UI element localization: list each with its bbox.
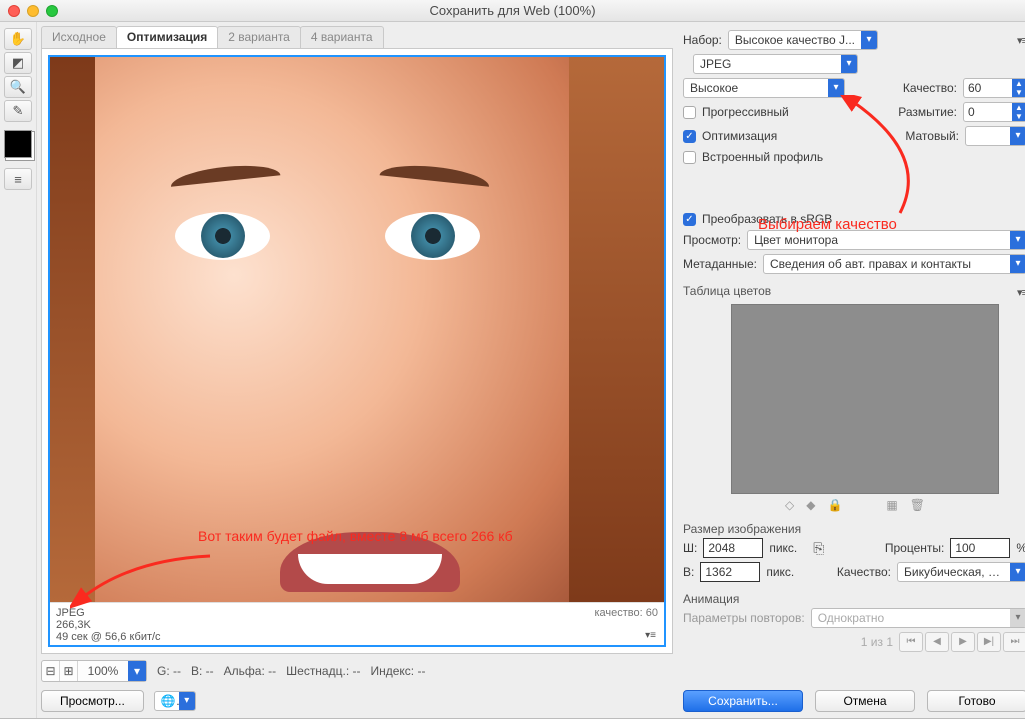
width-label: Ш: <box>683 541 697 555</box>
prev-frame-icon: ◀ <box>925 632 949 652</box>
ct-icon[interactable]: 🗑 <box>910 498 925 512</box>
slice-tool-icon[interactable]: ◩ <box>4 52 32 74</box>
tab-optimize[interactable]: Оптимизация <box>116 26 218 48</box>
ct-icon[interactable]: ◇ <box>785 498 794 512</box>
color-table <box>731 304 999 494</box>
info-time: 49 сек @ 56,6 кбит/с <box>56 631 161 643</box>
status-alpha: Альфа: -- <box>224 664 276 678</box>
hand-tool-icon[interactable]: ✋ <box>4 28 32 50</box>
meta-dropdown[interactable]: Сведения об авт. правах и контакты▾ <box>763 254 1025 274</box>
ct-icon[interactable]: ◆ <box>806 498 815 512</box>
zoom-control[interactable]: ⊟⊞ 100% ▾ <box>41 660 147 682</box>
ct-icon[interactable]: 🔒 <box>827 498 842 512</box>
percent-label: Проценты: <box>885 541 944 555</box>
viewer-dropdown[interactable]: Цвет монитора▾ <box>747 230 1025 250</box>
arrow-icon <box>70 548 220 618</box>
percent-sign: % <box>1016 541 1025 555</box>
zoom-tool-icon[interactable]: 🔍 <box>4 76 32 98</box>
ct-icon[interactable]: ▦ <box>886 498 897 512</box>
play-icon: ▶ <box>951 632 975 652</box>
first-frame-icon: ⏮ <box>899 632 923 652</box>
color-swatch[interactable] <box>4 130 32 158</box>
info-quality: качество: 60 <box>594 607 658 619</box>
px-label2: пикс. <box>766 565 794 579</box>
tab-source[interactable]: Исходное <box>41 26 117 48</box>
height-input[interactable]: 1362 <box>700 562 760 582</box>
loop-label: Параметры повторов: <box>683 611 805 625</box>
status-b: B: -- <box>191 664 214 678</box>
anim-title: Анимация <box>683 592 1025 606</box>
status-index: Индекс: -- <box>370 664 425 678</box>
preset-dropdown[interactable]: Высокое качество J...▾ <box>728 30 878 50</box>
save-button[interactable]: Сохранить... <box>683 690 803 712</box>
cancel-button[interactable]: Отмена <box>815 690 915 712</box>
quality-label: Качество: <box>903 81 957 95</box>
panel-menu-icon[interactable]: ≡ <box>4 168 32 190</box>
status-hex: Шестнадц.: -- <box>286 664 360 678</box>
colortable-title: Таблица цветов <box>683 284 771 298</box>
quality-preset-dropdown[interactable]: Высокое▾ <box>683 78 845 98</box>
titlebar: Сохранить для Web (100%) <box>0 0 1025 22</box>
meta-label: Метаданные: <box>683 257 757 271</box>
profile-checkbox[interactable] <box>683 151 696 164</box>
done-button[interactable]: Готово <box>927 690 1025 712</box>
annotation-filesize: Вот таким будет файл, вместе 8 мб всего … <box>198 528 513 544</box>
arrow-icon <box>840 95 950 225</box>
preview-button[interactable]: Просмотр... <box>41 690 144 712</box>
imagesize-title: Размер изображения <box>683 522 1025 536</box>
blur-input[interactable]: 0 ▲▼ <box>963 102 1025 122</box>
status-g: G: -- <box>157 664 181 678</box>
viewer-label: Просмотр: <box>683 233 741 247</box>
width-input[interactable]: 2048 <box>703 538 763 558</box>
last-frame-icon: ⏭ <box>1003 632 1025 652</box>
loop-dropdown: Однократно▾ <box>811 608 1025 628</box>
optimize-checkbox[interactable]: ✓ <box>683 130 696 143</box>
colortable-flyout-icon[interactable]: ▾≡ <box>1017 286 1025 299</box>
info-size: 266,3K <box>56 619 658 631</box>
quality-input[interactable]: 60 ▲▼ <box>963 78 1025 98</box>
tool-column: ✋ ◩ 🔍 ✎ ≡ <box>0 22 37 718</box>
tab-two[interactable]: 2 варианта <box>217 26 301 48</box>
resample-dropdown[interactable]: Бикубическая, ч...▾ <box>897 562 1025 582</box>
tab-four[interactable]: 4 варианта <box>300 26 384 48</box>
panel-flyout-icon[interactable]: ▾≡ <box>1017 34 1025 47</box>
next-frame-icon: ▶| <box>977 632 1001 652</box>
progressive-label: Прогрессивный <box>702 105 789 119</box>
preview-tabs: Исходное Оптимизация 2 варианта 4 вариан… <box>41 26 673 48</box>
eyedropper-tool-icon[interactable]: ✎ <box>4 100 32 122</box>
window-title: Сохранить для Web (100%) <box>0 3 1025 18</box>
link-icon[interactable]: ⎘ <box>813 540 824 557</box>
profile-label: Встроенный профиль <box>702 150 823 164</box>
srgb-checkbox[interactable]: ✓ <box>683 213 696 226</box>
zoom-value: 100% <box>78 661 128 681</box>
frame-indicator: 1 из 1 <box>861 635 893 649</box>
height-label: В: <box>683 565 694 579</box>
status-bar: ⊟⊞ 100% ▾ G: -- B: -- Альфа: -- Шестнадц… <box>41 660 673 682</box>
percent-input[interactable]: 100 <box>950 538 1010 558</box>
px-label: пикс. <box>769 541 797 555</box>
anim-controls: ⏮ ◀ ▶ ▶| ⏭ <box>899 632 1025 652</box>
preset-label: Набор: <box>683 33 722 47</box>
preview-image <box>50 57 664 602</box>
optimize-label: Оптимизация <box>702 129 777 143</box>
info-menu-icon[interactable]: ▾≡ <box>645 630 656 641</box>
annotation-quality: Выбираем качество <box>758 216 897 233</box>
progressive-checkbox[interactable] <box>683 106 696 119</box>
browser-preview-dropdown[interactable]: 🌐▾ <box>154 691 196 711</box>
matte-dropdown[interactable]: ▾ <box>965 126 1025 146</box>
format-dropdown[interactable]: JPEG▾ <box>693 54 858 74</box>
resample-label: Качество: <box>837 565 891 579</box>
